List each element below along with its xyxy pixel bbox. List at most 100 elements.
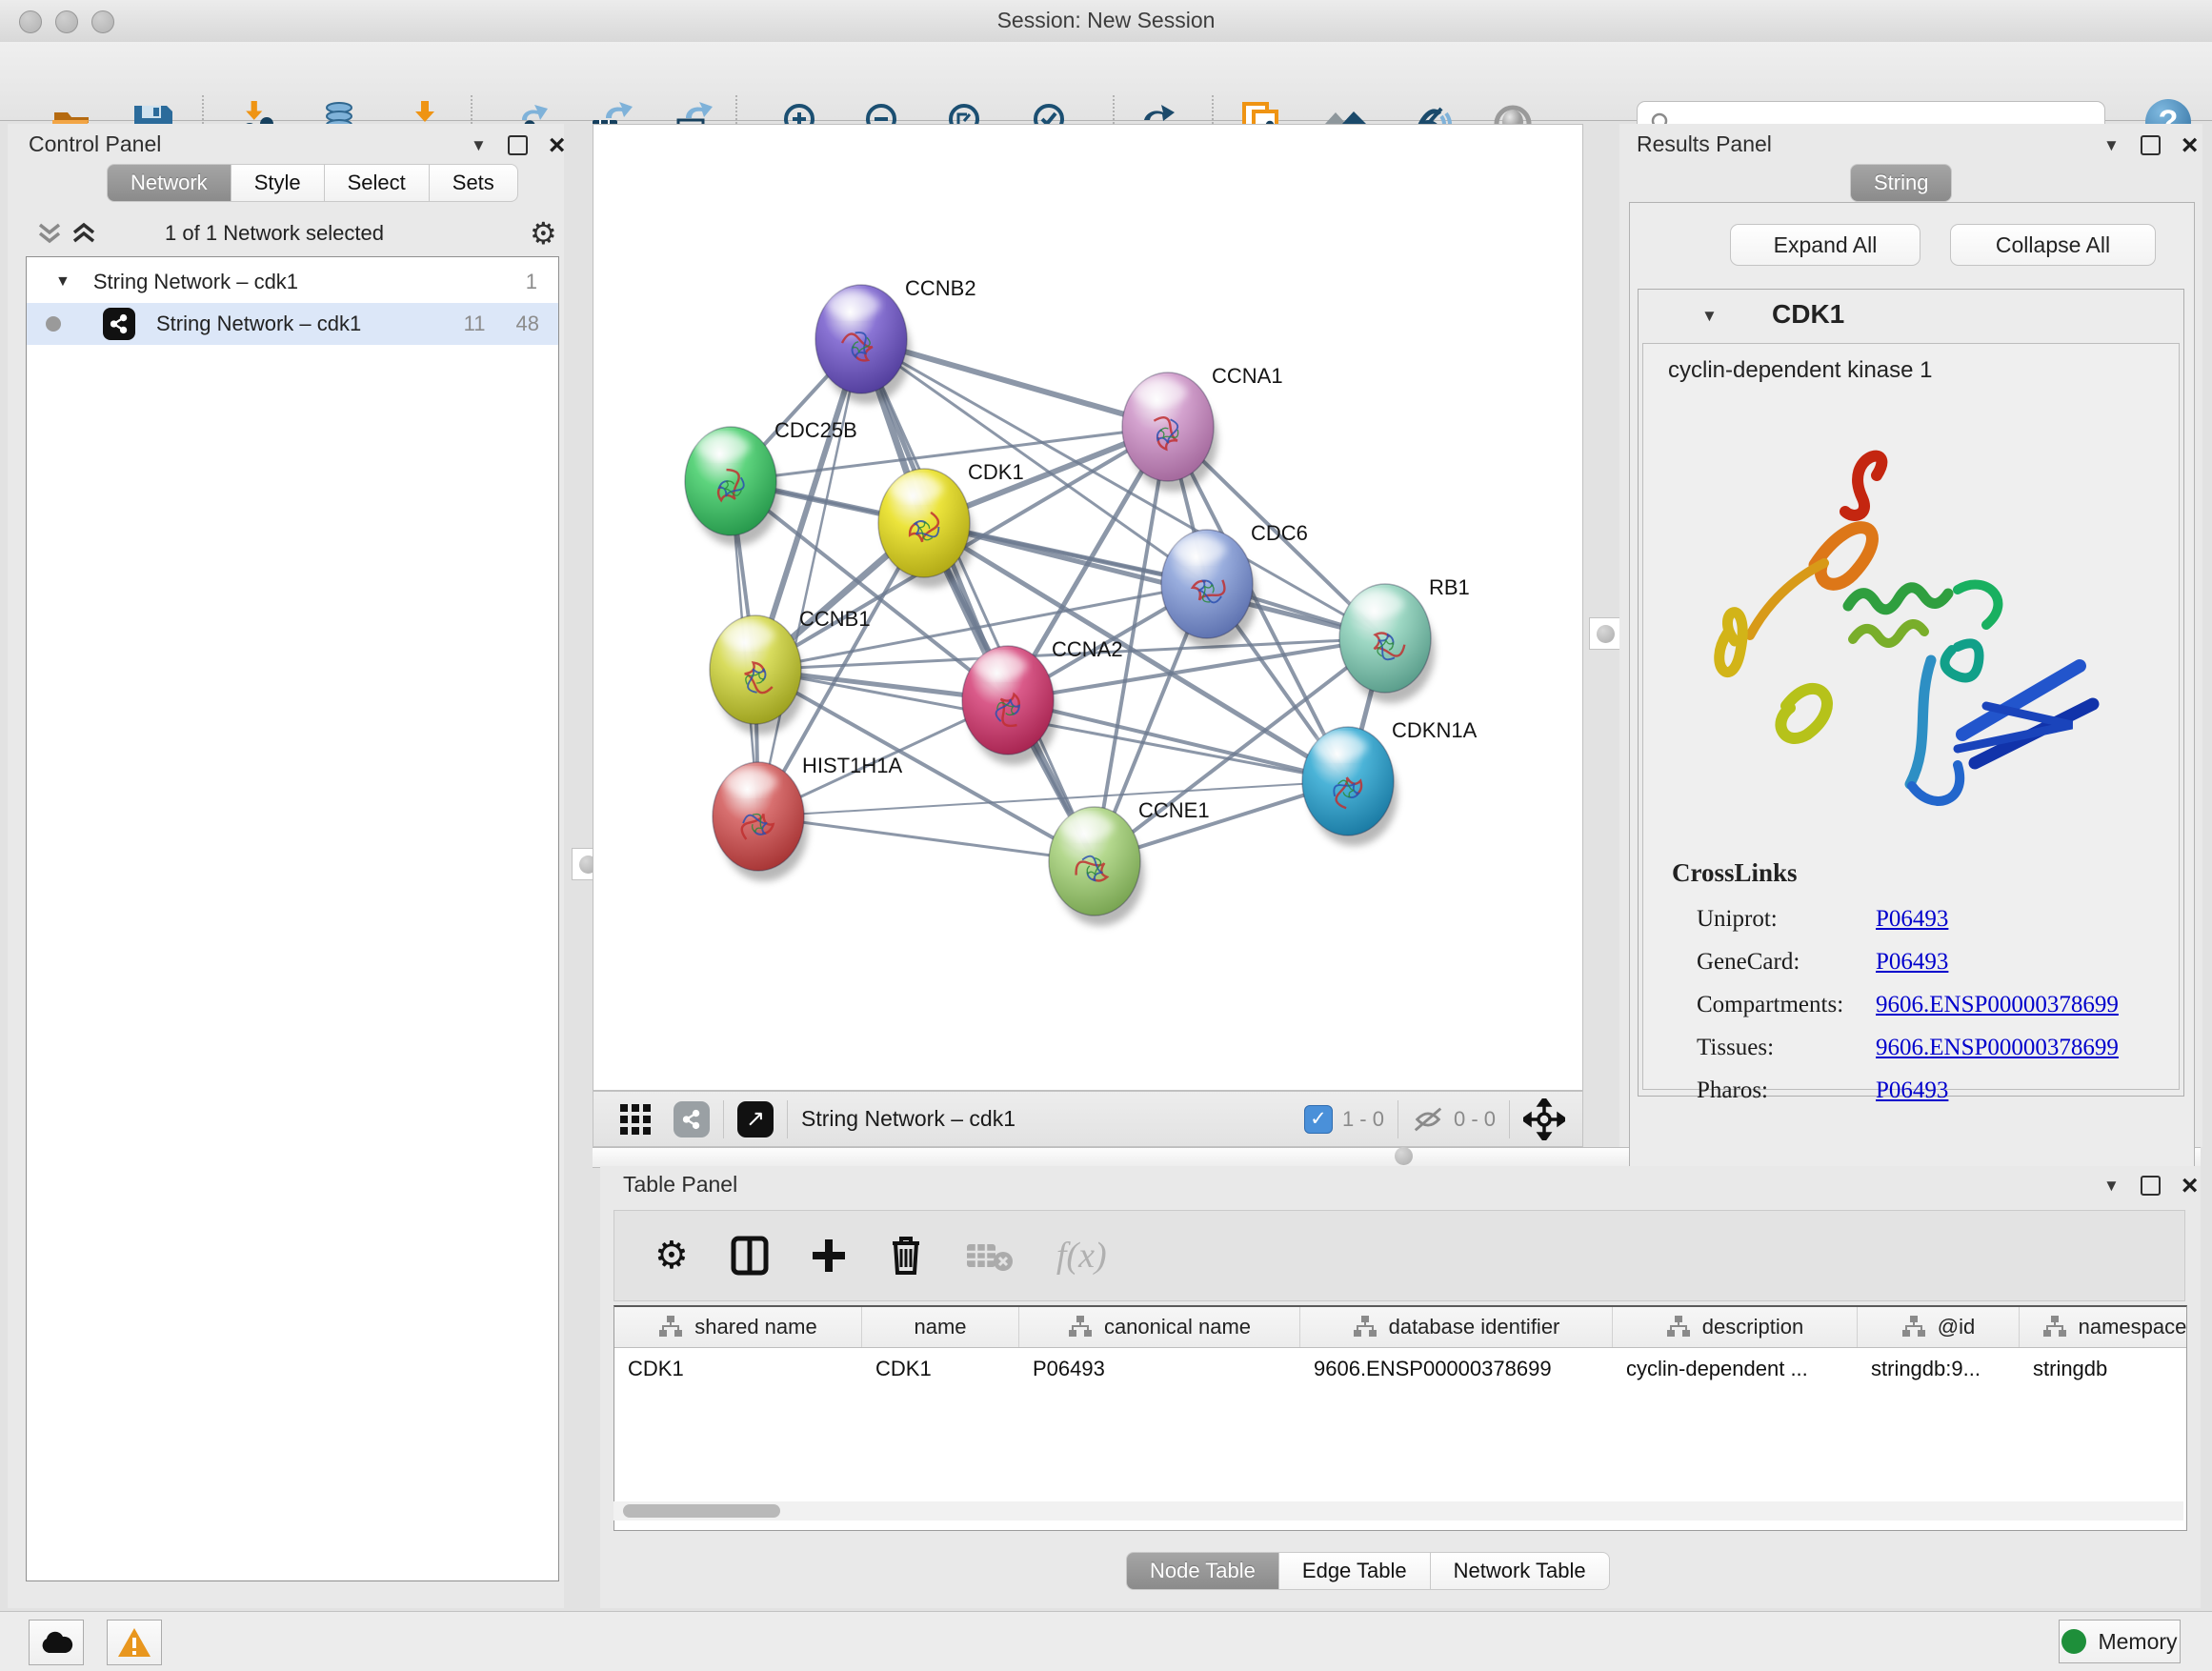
- crosslink-label: GeneCard:: [1697, 949, 1876, 976]
- column-header[interactable]: @id: [1858, 1307, 2020, 1347]
- shared-column-icon: [658, 1315, 683, 1339]
- grid-view-icon[interactable]: [618, 1102, 653, 1137]
- control-panel-float-icon[interactable]: ▼: [471, 136, 487, 155]
- shared-column-icon: [1068, 1315, 1093, 1339]
- column-header[interactable]: shared name: [614, 1307, 862, 1347]
- node-card-gene-symbol: CDK1: [1772, 299, 1844, 330]
- node-label-rb1: RB1: [1429, 575, 1470, 599]
- column-header-label: shared name: [694, 1315, 816, 1339]
- node-label-cdkn1a: CDKN1A: [1392, 718, 1478, 742]
- network-row[interactable]: String Network – cdk1 11 48: [27, 303, 558, 345]
- title-bar: Session: New Session: [0, 0, 2212, 43]
- node-card-expander-icon[interactable]: ▼: [1701, 307, 1718, 326]
- tab-network-table[interactable]: Network Table: [1431, 1552, 1610, 1590]
- column-header[interactable]: canonical name: [1019, 1307, 1300, 1347]
- crosslink-label: Pharos:: [1697, 1077, 1876, 1104]
- delete-table-icon-disabled: [965, 1238, 1015, 1273]
- table-panel-maximize-icon[interactable]: [2141, 1176, 2161, 1196]
- network-node-ccnb1[interactable]: CCNB1: [710, 607, 871, 735]
- results-panel-close-icon[interactable]: ×: [2182, 136, 2199, 155]
- table-settings-gear-icon[interactable]: ⚙: [654, 1234, 689, 1278]
- network-node-rb1[interactable]: RB1: [1339, 575, 1470, 703]
- delete-column-icon[interactable]: [889, 1236, 923, 1276]
- column-header[interactable]: database identifier: [1300, 1307, 1613, 1347]
- control-panel-maximize-icon[interactable]: [508, 135, 528, 155]
- results-panel: Results Panel ▼ × String Expand All Coll…: [1619, 124, 2202, 1147]
- control-panel-close-icon[interactable]: ×: [549, 136, 566, 155]
- collection-expander-icon[interactable]: ▼: [55, 273, 70, 291]
- table-header-row[interactable]: shared name namecanonical namedatabase id…: [614, 1307, 2186, 1348]
- shared-column-icon: [1901, 1315, 1926, 1339]
- results-panel-maximize-icon[interactable]: [2141, 135, 2161, 155]
- right-splitter-handle[interactable]: [1589, 617, 1621, 650]
- crosslink-link[interactable]: P06493: [1876, 949, 1948, 976]
- detach-view-icon[interactable]: ↗: [737, 1101, 774, 1137]
- cloud-status-button[interactable]: [29, 1620, 84, 1665]
- tab-sets[interactable]: Sets: [430, 164, 518, 202]
- pan-crosshair-icon[interactable]: [1523, 1098, 1565, 1140]
- warning-status-button[interactable]: [107, 1620, 162, 1665]
- control-panel-tabs: Network Style Select Sets: [107, 164, 518, 202]
- network-canvas[interactable]: CCNB2CCNA1CDC25BCDK1CDC6RB1CCNB1CCNA2CDK…: [593, 124, 1583, 1091]
- tab-string[interactable]: String: [1850, 164, 1952, 202]
- tab-select[interactable]: Select: [325, 164, 430, 202]
- crosslink-link[interactable]: 9606.ENSP00000378699: [1876, 1035, 2119, 1061]
- network-node-cdkn1a[interactable]: CDKN1A: [1302, 718, 1478, 846]
- column-header-label: description: [1702, 1315, 1803, 1339]
- network-node-cdc6[interactable]: CDC6: [1161, 521, 1308, 649]
- table-cell[interactable]: CDK1: [614, 1348, 862, 1390]
- network-graph[interactable]: CCNB2CCNA1CDC25BCDK1CDC6RB1CCNB1CCNA2CDK…: [593, 125, 1582, 1090]
- tab-network[interactable]: Network: [107, 164, 231, 202]
- network-options-gear-icon[interactable]: ⚙: [530, 215, 557, 252]
- crosslinks-heading: CrossLinks: [1672, 858, 1798, 888]
- network-row-label: String Network – cdk1: [156, 312, 361, 336]
- table-cell[interactable]: CDK1: [862, 1348, 1019, 1390]
- network-node-ccna1[interactable]: CCNA1: [1122, 364, 1283, 492]
- tab-node-table[interactable]: Node Table: [1126, 1552, 1279, 1590]
- table-horizontal-scrollbar[interactable]: [613, 1501, 2183, 1520]
- table-panel-float-icon[interactable]: ▼: [2103, 1177, 2120, 1196]
- crosslink-link[interactable]: P06493: [1876, 1077, 1948, 1104]
- expand-all-button[interactable]: Expand All: [1730, 224, 1920, 266]
- table-cell[interactable]: 9606.ENSP00000378699: [1300, 1348, 1613, 1390]
- selected-checkbox-icon[interactable]: ✓: [1304, 1105, 1333, 1134]
- table-cell[interactable]: cyclin-dependent ...: [1613, 1348, 1858, 1390]
- create-column-icon[interactable]: [811, 1238, 847, 1274]
- tab-style[interactable]: Style: [231, 164, 325, 202]
- node-table[interactable]: shared name namecanonical namedatabase id…: [613, 1305, 2187, 1531]
- results-panel-float-icon[interactable]: ▼: [2103, 136, 2120, 155]
- cloud-icon: [39, 1630, 73, 1655]
- crosslink-link[interactable]: 9606.ENSP00000378699: [1876, 992, 2119, 1018]
- show-columns-icon[interactable]: [731, 1236, 769, 1276]
- column-header[interactable]: namespace: [2020, 1307, 2187, 1347]
- network-node-ccne1[interactable]: CCNE1: [1049, 798, 1210, 926]
- network-view-title: String Network – cdk1: [801, 1106, 1016, 1132]
- node-label-ccna1: CCNA1: [1212, 364, 1283, 388]
- crosslink-row: Compartments:9606.ENSP00000378699: [1697, 992, 2154, 1018]
- table-cell[interactable]: stringdb: [2020, 1348, 2187, 1390]
- node-label-ccna2: CCNA2: [1052, 637, 1123, 661]
- column-header[interactable]: name: [862, 1307, 1019, 1347]
- table-cell[interactable]: P06493: [1019, 1348, 1300, 1390]
- column-header[interactable]: description: [1613, 1307, 1858, 1347]
- memory-button[interactable]: Memory: [2059, 1620, 2181, 1663]
- table-panel-close-icon[interactable]: ×: [2182, 1177, 2199, 1196]
- network-node-hist1h1a[interactable]: HIST1H1A: [713, 754, 902, 881]
- table-row[interactable]: CDK1CDK1P064939606.ENSP00000378699cyclin…: [614, 1348, 2186, 1390]
- network-view-toolbar: ↗ String Network – cdk1 ✓ 1 - 0 0 - 0: [593, 1091, 1583, 1147]
- scrollbar-thumb[interactable]: [623, 1504, 780, 1518]
- node-label-ccne1: CCNE1: [1138, 798, 1210, 822]
- crosslink-link[interactable]: P06493: [1876, 906, 1948, 933]
- memory-label: Memory: [2098, 1629, 2177, 1655]
- crosslink-row: Pharos:P06493: [1697, 1077, 2154, 1104]
- table-cell[interactable]: stringdb:9...: [1858, 1348, 2020, 1390]
- crosslink-row: Uniprot:P06493: [1697, 906, 2154, 933]
- shared-column-icon: [1666, 1315, 1691, 1339]
- network-collection-row[interactable]: ▼ String Network – cdk1 1: [27, 261, 558, 303]
- network-icon-badge[interactable]: [674, 1101, 710, 1137]
- window-title: Session: New Session: [0, 8, 2212, 33]
- collapse-all-button[interactable]: Collapse All: [1950, 224, 2156, 266]
- memory-status-dot: [2061, 1629, 2086, 1654]
- tab-edge-table[interactable]: Edge Table: [1279, 1552, 1431, 1590]
- network-node-ccnb2[interactable]: CCNB2: [815, 276, 976, 404]
